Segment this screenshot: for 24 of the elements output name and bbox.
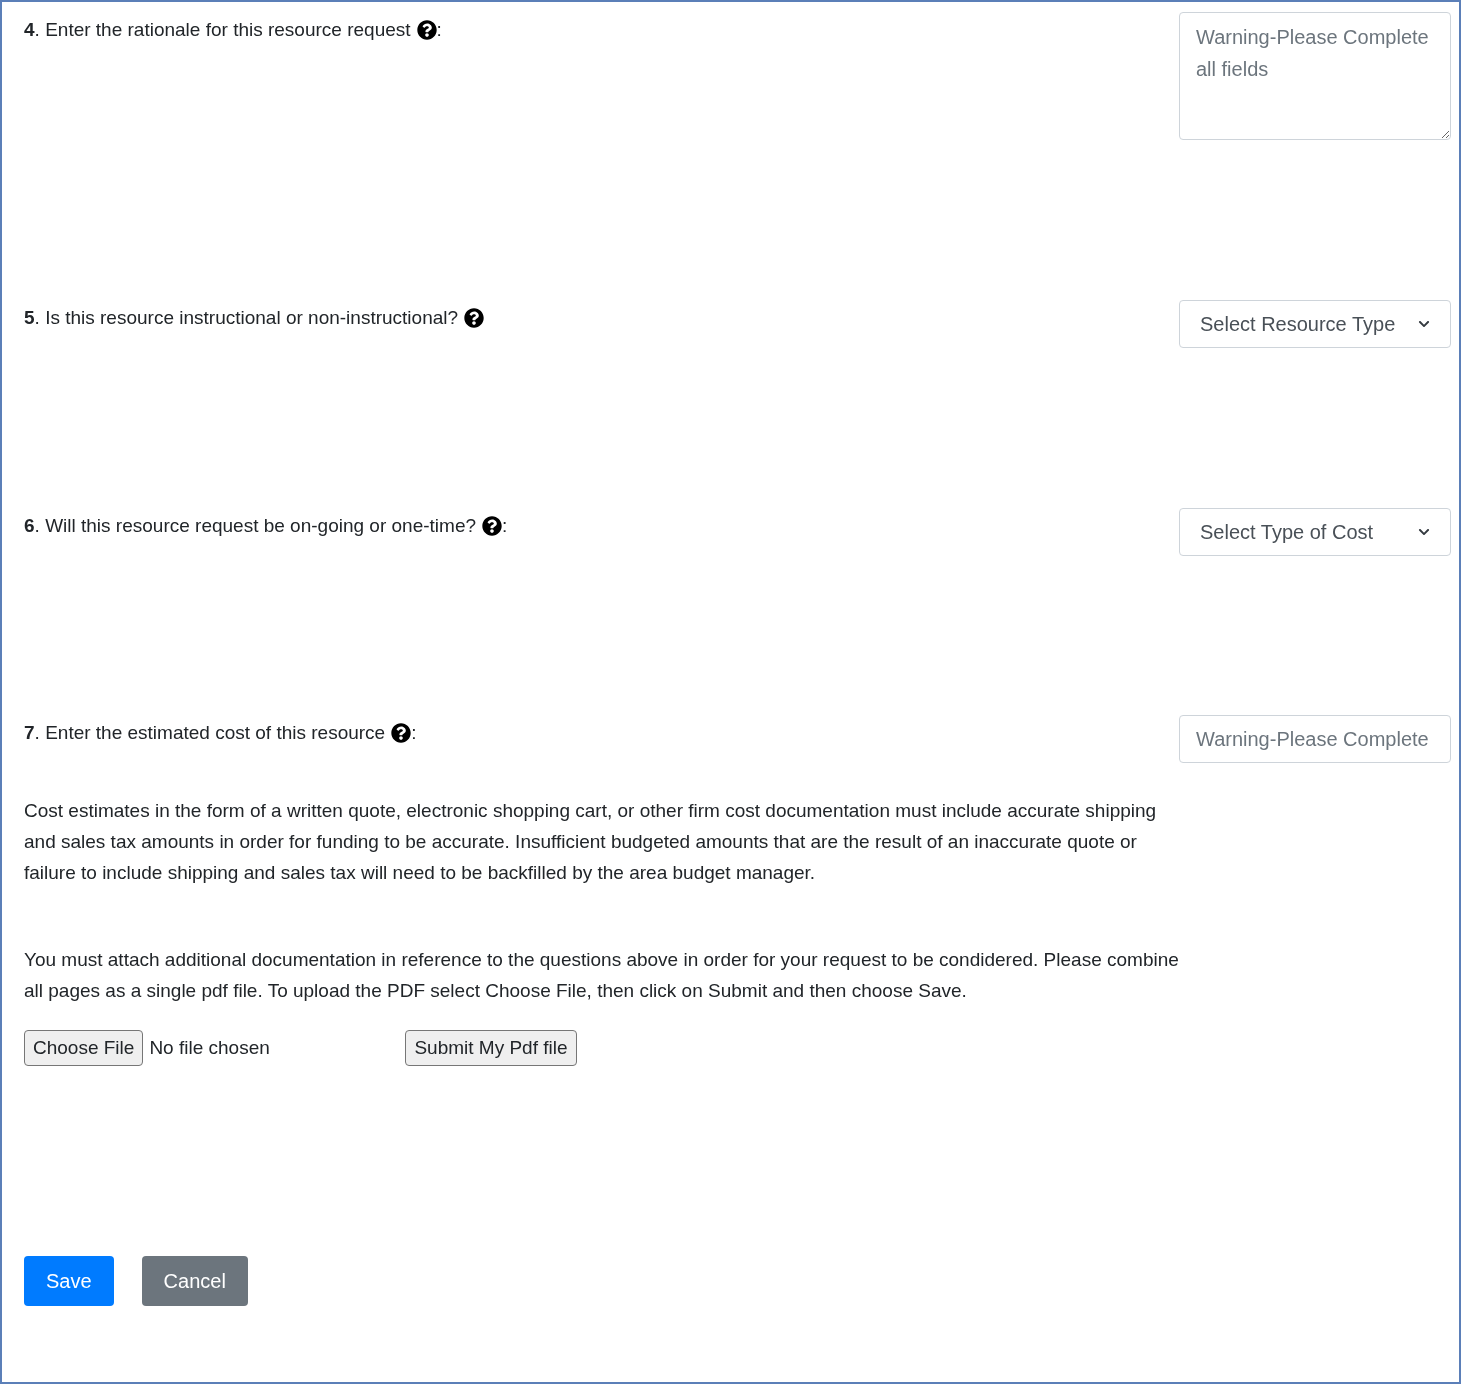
colon-mark: : [436, 18, 442, 42]
select-field[interactable]: Select Resource Type [1179, 300, 1451, 348]
save-button[interactable]: Save [24, 1256, 114, 1306]
colon-mark: : [502, 514, 508, 538]
rationale-field[interactable]: Warning-Please Complete all fields [1179, 12, 1451, 140]
cancel-button[interactable]: Cancel [141, 1256, 248, 1306]
colon-mark: : [411, 721, 417, 745]
info-paragraph: You must attach additional documentation in reference to the questions above in order for your request to be condidered. Please combine all pages as a single pdf file. To upload the PDF select Choose File, then click on Submit and then choose Save. [24, 948, 1180, 1003]
cost-field[interactable]: Warning-Please Complete [1179, 715, 1451, 763]
submit-pdf-button[interactable]: Submit My Pdf file [405, 1030, 577, 1066]
question-label: 7. Enter the estimated cost of this resource [24, 721, 386, 745]
chevron-icon [1418, 526, 1430, 538]
chevron-icon [1418, 318, 1430, 330]
help-icon[interactable] [464, 308, 485, 328]
question-label: 6. Will this resource request be on-going or one-time? [24, 514, 476, 538]
question-label: 5. Is this resource instructional or non-instructional? [24, 306, 459, 330]
help-icon[interactable] [416, 20, 437, 40]
question-label: 4. Enter the rationale for this resource request [24, 18, 411, 42]
info-paragraph: Cost estimates in the form of a written quote, electronic shopping cart, or other firm cost documentation must include accurate shipping and sales tax amounts in order for funding to be accurate. Insufficient budgeted amounts that are the result of an inaccurate quote or failure to include shipping and sales tax will need to be backfilled by the area budget manager. [24, 799, 1158, 885]
select-field[interactable]: Select Type of Cost [1179, 508, 1451, 556]
file-status: No file chosen [149, 1035, 271, 1060]
help-icon[interactable] [391, 723, 412, 743]
help-icon[interactable] [482, 516, 502, 536]
choose-file-button[interactable]: Choose File [24, 1030, 144, 1066]
